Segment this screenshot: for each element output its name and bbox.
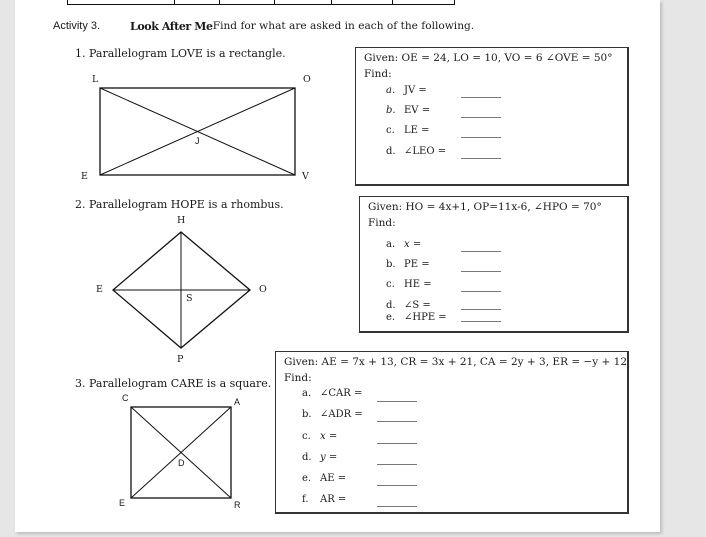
given-box-3: Given: AE = 7x + 13, CR = 3x + 21, CA = …	[275, 351, 629, 514]
find-label-3: Find:	[284, 372, 312, 384]
answer-blank-3a[interactable]	[377, 401, 417, 402]
question-letter: e.	[302, 473, 312, 484]
question-letter: c.	[302, 431, 311, 442]
answer-blank-3e[interactable]	[377, 485, 417, 486]
answer-blank-3f[interactable]	[377, 506, 417, 507]
vertex-label-r: R	[234, 500, 241, 510]
question-letter: d.	[302, 452, 312, 463]
question-expression: x =	[320, 431, 338, 442]
question-letter: a.	[302, 388, 312, 399]
vertex-label-e: E	[119, 498, 126, 508]
answer-blank-3b[interactable]	[377, 421, 417, 422]
answer-blank-3c[interactable]	[377, 443, 417, 444]
question-expression: ∠CAR =	[320, 388, 363, 399]
question-letter: b.	[302, 409, 312, 420]
vertex-label-a: A	[234, 397, 241, 407]
question-expression: AE =	[320, 473, 347, 484]
vertex-label-c: C	[122, 393, 129, 403]
question-expression: y =	[320, 452, 338, 463]
answer-blank-3d[interactable]	[377, 464, 417, 465]
given-text-3: Given: AE = 7x + 13, CR = 3x + 21, CA = …	[284, 356, 628, 368]
question-expression: ∠ADR =	[320, 409, 363, 420]
center-label-d: D	[178, 458, 185, 468]
question-letter: f.	[302, 494, 309, 505]
question-expression: AR =	[320, 494, 347, 505]
